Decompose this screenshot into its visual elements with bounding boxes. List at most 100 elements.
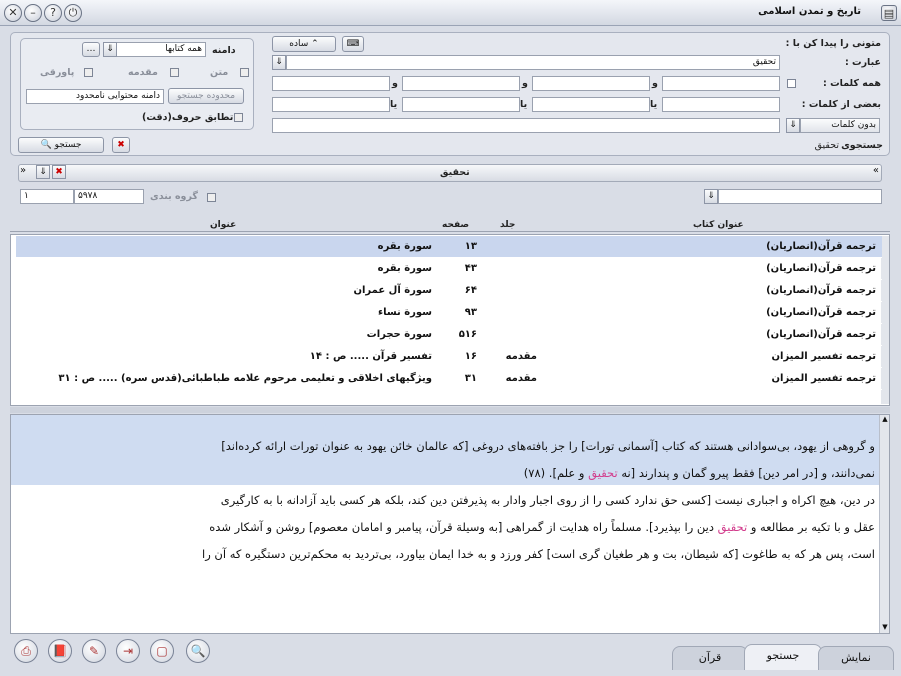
phrase-input[interactable]: تحقیق bbox=[286, 55, 780, 70]
cell-title: تفسیر قرآن ..... ص : ۱۴ bbox=[309, 351, 432, 362]
some-words-input-4[interactable] bbox=[272, 97, 390, 112]
power-icon[interactable]: ⏻ bbox=[64, 4, 82, 22]
some-words-input-1[interactable] bbox=[662, 97, 780, 112]
scope-select[interactable]: همه کتابها bbox=[116, 42, 206, 57]
exact-match-checkbox[interactable] bbox=[234, 113, 243, 122]
scope-more-button[interactable]: … bbox=[82, 42, 100, 57]
without-words-input[interactable] bbox=[272, 118, 780, 133]
collapse-right-icon[interactable]: « bbox=[873, 165, 879, 176]
app-icon: ▤ bbox=[881, 5, 897, 21]
preview-line: عقل و با تکیه بر مطالعه و تحقیق دین را ب… bbox=[209, 520, 875, 534]
table-row[interactable]: ترجمه قرآن(انصاریان) ۹۳ سورة نساء bbox=[16, 302, 882, 324]
cell-title: سورة آل عمران bbox=[353, 285, 432, 296]
exact-match-label: تطابق حروف(دقت) bbox=[142, 112, 234, 123]
cell-title: سورة نساء bbox=[377, 307, 432, 318]
and-label-2: و bbox=[522, 78, 528, 89]
close-icon[interactable]: ✕ bbox=[4, 4, 22, 22]
text-label: متن bbox=[210, 67, 229, 78]
cell-book: ترجمه تفسیر المیزان bbox=[771, 351, 877, 362]
cell-book: ترجمه تفسیر المیزان bbox=[771, 373, 877, 384]
some-words-input-2[interactable] bbox=[532, 97, 650, 112]
scroll-up-icon[interactable]: ▲ bbox=[881, 415, 889, 425]
search-icon: 🔍 bbox=[40, 140, 52, 150]
footnote-checkbox bbox=[84, 68, 93, 77]
cell-page: ۵۱۶ bbox=[458, 329, 477, 340]
zoom-icon[interactable]: 🔍 bbox=[186, 639, 210, 663]
phrase-dropdown[interactable]: ⇓ bbox=[272, 55, 286, 70]
minimize-icon[interactable]: – bbox=[24, 4, 42, 22]
print-icon[interactable]: ⎙ bbox=[14, 639, 38, 663]
without-words-select[interactable]: بدون کلمات bbox=[800, 118, 880, 133]
preview-line: و گروهی از یهود، بی‌سوادانی هستند که کتا… bbox=[221, 439, 875, 453]
cell-book: ترجمه قرآن(انصاریان) bbox=[766, 329, 876, 340]
query-title: تحقیق bbox=[440, 167, 470, 178]
note-icon[interactable]: ▢ bbox=[150, 639, 174, 663]
search-of-value: تحقیق bbox=[814, 140, 839, 151]
table-row[interactable]: ترجمه تفسیر المیزان مقدمه ۱۶ تفسیر قرآن ...… bbox=[16, 346, 882, 368]
cell-page: ۶۴ bbox=[464, 285, 477, 296]
table-row[interactable]: ترجمه قرآن(انصاریان) ۱۳ سورة بقره bbox=[16, 236, 882, 258]
filter-input[interactable] bbox=[718, 189, 882, 204]
footnote-label: پاورقی bbox=[40, 67, 75, 78]
cell-page: ۹۳ bbox=[464, 307, 477, 318]
some-words-input-3[interactable] bbox=[402, 97, 520, 112]
cell-volume: مقدمه bbox=[505, 373, 537, 384]
without-words-dropdown[interactable]: ⇓ bbox=[786, 118, 800, 133]
table-row[interactable]: ترجمه قرآن(انصاریان) ۴۳ سورة بقره bbox=[16, 258, 882, 280]
results-dropdown[interactable]: ⇓ bbox=[36, 165, 50, 179]
book-icon[interactable]: 📕 bbox=[48, 639, 72, 663]
limit-search-button[interactable]: محدوده جستجو bbox=[168, 88, 244, 104]
filter-dropdown[interactable]: ⇓ bbox=[704, 189, 718, 204]
col-title[interactable]: عنوان bbox=[210, 220, 236, 230]
all-words-input-3[interactable] bbox=[402, 76, 520, 91]
tab-quran[interactable]: قرآن bbox=[672, 646, 748, 670]
preview-pane: و گروهی از یهود، بی‌سوادانی هستند که کتا… bbox=[10, 414, 890, 634]
or-label-1: یا bbox=[650, 99, 658, 110]
tab-display[interactable]: نمایش bbox=[818, 646, 894, 670]
table-row[interactable]: ترجمه تفسیر المیزان مقدمه ۳۱ ویژگیهای اخلاق… bbox=[16, 368, 882, 390]
scope-dropdown[interactable]: ⇓ bbox=[103, 42, 117, 57]
tab-search[interactable]: جستجو bbox=[744, 644, 822, 670]
cell-book: ترجمه قرآن(انصاریان) bbox=[766, 307, 876, 318]
preview-line: است، پس هر که به طاغوت [که شیطان، بت و ه… bbox=[202, 547, 875, 561]
cell-book: ترجمه قرآن(انصاریان) bbox=[766, 263, 876, 274]
scope-label: دامنه bbox=[212, 45, 236, 56]
cell-page: ۴۳ bbox=[464, 263, 477, 274]
page-number[interactable]: ۱ bbox=[20, 189, 74, 204]
or-label-3: یا bbox=[390, 99, 398, 110]
clear-icon[interactable]: ✖ bbox=[112, 137, 130, 153]
all-words-label: همه کلمات : bbox=[822, 78, 881, 89]
results-scrollbar[interactable] bbox=[881, 236, 889, 404]
table-row[interactable]: ترجمه قرآن(انصاریان) ۵۱۶ سورة حجرات bbox=[16, 324, 882, 346]
collapse-left-icon[interactable]: » bbox=[20, 165, 26, 176]
all-words-checkbox[interactable] bbox=[787, 79, 796, 88]
simple-mode-button[interactable]: ساده ⌃ bbox=[272, 36, 336, 52]
help-icon[interactable]: ? bbox=[44, 4, 62, 22]
table-row[interactable]: ترجمه قرآن(انصاریان) ۶۴ سورة آل عمران bbox=[16, 280, 882, 302]
edit-icon[interactable]: ✎ bbox=[82, 639, 106, 663]
preview-line: در دین، هیچ اکراه و اجباری نیست [کسی حق … bbox=[220, 493, 875, 507]
phrase-label: عبارت : bbox=[844, 57, 881, 68]
title-bar: ✕ – ? ⏻ ▤ تاریخ و تمدن اسلامی bbox=[0, 0, 901, 26]
preview-text: و گروهی از یهود، بی‌سوادانی هستند که کتا… bbox=[25, 433, 875, 568]
col-volume[interactable]: جلد bbox=[500, 220, 515, 230]
scroll-down-icon[interactable]: ▼ bbox=[881, 623, 889, 633]
col-page[interactable]: صفحه bbox=[442, 220, 469, 230]
export-icon[interactable]: ⇥ bbox=[116, 639, 140, 663]
group-label: گروه بندی bbox=[150, 191, 198, 202]
col-book-title[interactable]: عنوان کتاب bbox=[693, 220, 744, 230]
all-words-input-1[interactable] bbox=[662, 76, 780, 91]
and-label-3: و bbox=[392, 78, 398, 89]
all-words-input-4[interactable] bbox=[272, 76, 390, 91]
splitter[interactable] bbox=[10, 407, 890, 413]
highlighted-term: تحقیق bbox=[588, 466, 618, 480]
results-close-icon[interactable]: ✖ bbox=[52, 165, 66, 179]
some-words-label: بعضی از کلمات : bbox=[801, 99, 881, 110]
all-words-input-2[interactable] bbox=[532, 76, 650, 91]
search-button[interactable]: 🔍 جستجو bbox=[18, 137, 104, 153]
or-label-2: یا bbox=[520, 99, 528, 110]
cell-title: سورة بقره bbox=[377, 241, 432, 252]
preview-scrollbar[interactable]: ▲ ▼ bbox=[879, 415, 889, 633]
group-checkbox[interactable] bbox=[207, 193, 216, 202]
keyboard-icon[interactable]: ⌨ bbox=[342, 36, 364, 52]
